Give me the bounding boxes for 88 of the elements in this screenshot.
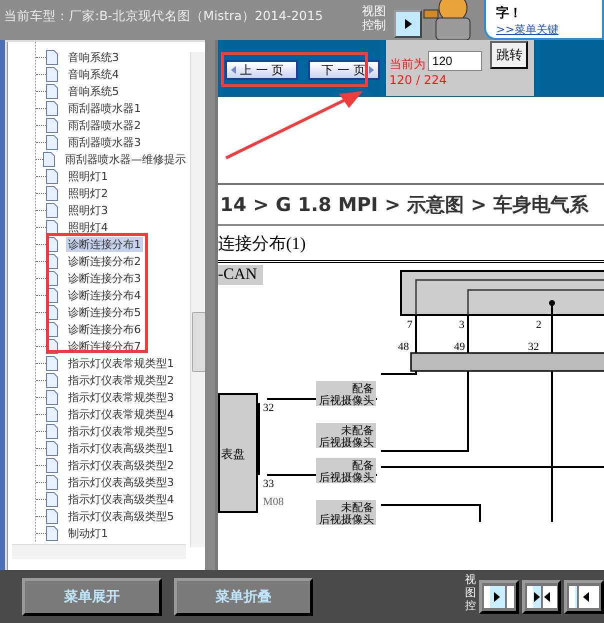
view-control-label: 视图控 — [465, 573, 476, 612]
page-count: 120 / 224 — [389, 73, 448, 87]
tip-text: 字！ — [496, 4, 523, 22]
pin-number: 3 — [459, 319, 464, 331]
tree-item[interactable]: 音响系统3 — [66, 50, 121, 65]
tree-item[interactable]: 照明灯2 — [66, 186, 110, 201]
vertical-scrollbar[interactable] — [190, 52, 205, 547]
page-input[interactable]: 120 — [428, 51, 482, 71]
tree-item[interactable]: 制动灯1 — [66, 526, 110, 541]
tree-item[interactable]: 指示灯仪表常规类型2 — [66, 373, 176, 388]
tree-item[interactable]: 指示灯仪表常规类型4 — [66, 407, 176, 422]
tree-item[interactable]: 诊断连接分布1 — [66, 237, 143, 252]
document-icon — [46, 203, 58, 218]
document-icon — [46, 509, 58, 524]
pin-number: 33 — [263, 478, 274, 490]
tree-item[interactable]: 诊断连接分布6 — [66, 322, 143, 337]
tree-item[interactable]: 照明灯3 — [66, 203, 110, 218]
tree-item[interactable]: 音响系统5 — [66, 84, 121, 99]
module-code: M08 — [263, 496, 284, 508]
document-icon — [46, 50, 58, 65]
view-layout-button[interactable] — [479, 580, 519, 614]
tree-item[interactable]: 指示灯仪表常规类型3 — [66, 390, 176, 405]
tree-item[interactable]: 照明灯4 — [66, 220, 110, 235]
tree-item[interactable]: 诊断连接分布3 — [66, 271, 143, 286]
tree-item[interactable]: 雨刮器喷水器3 — [66, 135, 143, 150]
document-icon — [46, 186, 58, 201]
view-layout-button[interactable] — [564, 580, 604, 614]
connector-label: 配备 — [352, 459, 374, 472]
tip-link[interactable]: >>菜单关键 — [496, 22, 602, 37]
jump-button[interactable]: 跳转 — [490, 41, 528, 69]
document-icon — [46, 169, 58, 184]
tree-item[interactable]: 指示灯仪表高级类型1 — [66, 441, 176, 456]
document-icon — [46, 101, 58, 116]
module-label: 表盘 — [221, 447, 245, 461]
document-icon — [46, 441, 58, 456]
view-toggle-button[interactable] — [394, 10, 422, 38]
connector-label: 后视摄像头 — [319, 471, 374, 484]
tree-item[interactable]: 指示灯仪表高级类型2 — [66, 458, 176, 473]
document-icon — [46, 390, 58, 405]
connector-label: 未配备 — [341, 424, 374, 437]
diagram-title: 连接分布(1) — [218, 226, 604, 263]
document-icon — [46, 424, 58, 439]
document-icon — [46, 407, 58, 422]
document-icon — [46, 356, 58, 371]
next-page-button[interactable]: 下 一 页 — [308, 60, 380, 80]
tree-item[interactable]: 指示灯仪表常规类型1 — [66, 356, 176, 371]
document-icon — [46, 135, 58, 150]
tree-item[interactable]: 诊断连接分布2 — [66, 254, 143, 269]
pin-number: 2 — [536, 319, 542, 331]
tree-item[interactable]: 雨刮器喷水器—维修提示 — [63, 152, 188, 167]
document-icon — [43, 152, 55, 167]
document-icon — [46, 118, 58, 133]
bus-label: -CAN — [218, 265, 264, 285]
tree-item[interactable]: 雨刮器喷水器1 — [66, 101, 143, 116]
tree-item[interactable]: 照明灯1 — [66, 169, 110, 184]
document-icon — [46, 373, 58, 388]
tree-item[interactable]: 指示灯仪表常规类型5 — [66, 424, 176, 439]
pin-number: 7 — [407, 319, 412, 331]
connector-label: 未配备 — [341, 501, 374, 514]
connector-label: 后视摄像头 — [319, 394, 374, 407]
pin-number: 32 — [528, 341, 539, 353]
document-icon — [46, 67, 58, 82]
tree-item[interactable]: 雨刮器喷水器2 — [66, 118, 143, 133]
document-icon — [46, 220, 58, 235]
tree-item[interactable]: 指示灯仪表高级类型3 — [66, 475, 176, 490]
connector-label: 后视摄像头 — [319, 436, 374, 449]
document-icon — [46, 526, 58, 541]
document-icon — [46, 84, 58, 99]
horizontal-scrollbar[interactable] — [12, 544, 186, 559]
tree-item[interactable]: 指示灯仪表高级类型5 — [66, 509, 176, 524]
pin-number: 48 — [398, 341, 409, 353]
connector-label: 配备 — [352, 382, 374, 395]
pin-number: 32 — [263, 402, 274, 414]
tree-item[interactable]: 诊断连接分布5 — [66, 305, 143, 320]
tree-item[interactable]: 诊断连接分布4 — [66, 288, 143, 303]
view-control-label: 视图控制 — [362, 4, 387, 32]
document-icon — [46, 458, 58, 473]
tree-item[interactable]: 指示灯仪表高级类型4 — [66, 492, 176, 507]
connector-label: 后视摄像头 — [319, 513, 374, 526]
window-title: 当前车型：厂家:B-北京现代名图（Mistra）2014-2015 — [4, 8, 324, 25]
current-page-label: 当前为 — [389, 56, 426, 73]
breadcrumb: 14 > G 1.8 MPI > 示意图 > 车身电气系 — [218, 183, 604, 226]
document-icon — [46, 475, 58, 490]
document-icon — [46, 492, 58, 507]
tree-item[interactable]: 音响系统4 — [66, 67, 121, 82]
previous-page-button[interactable]: 上 一 页 — [225, 60, 298, 80]
view-layout-button[interactable] — [522, 580, 562, 614]
pin-number: 49 — [454, 341, 465, 353]
